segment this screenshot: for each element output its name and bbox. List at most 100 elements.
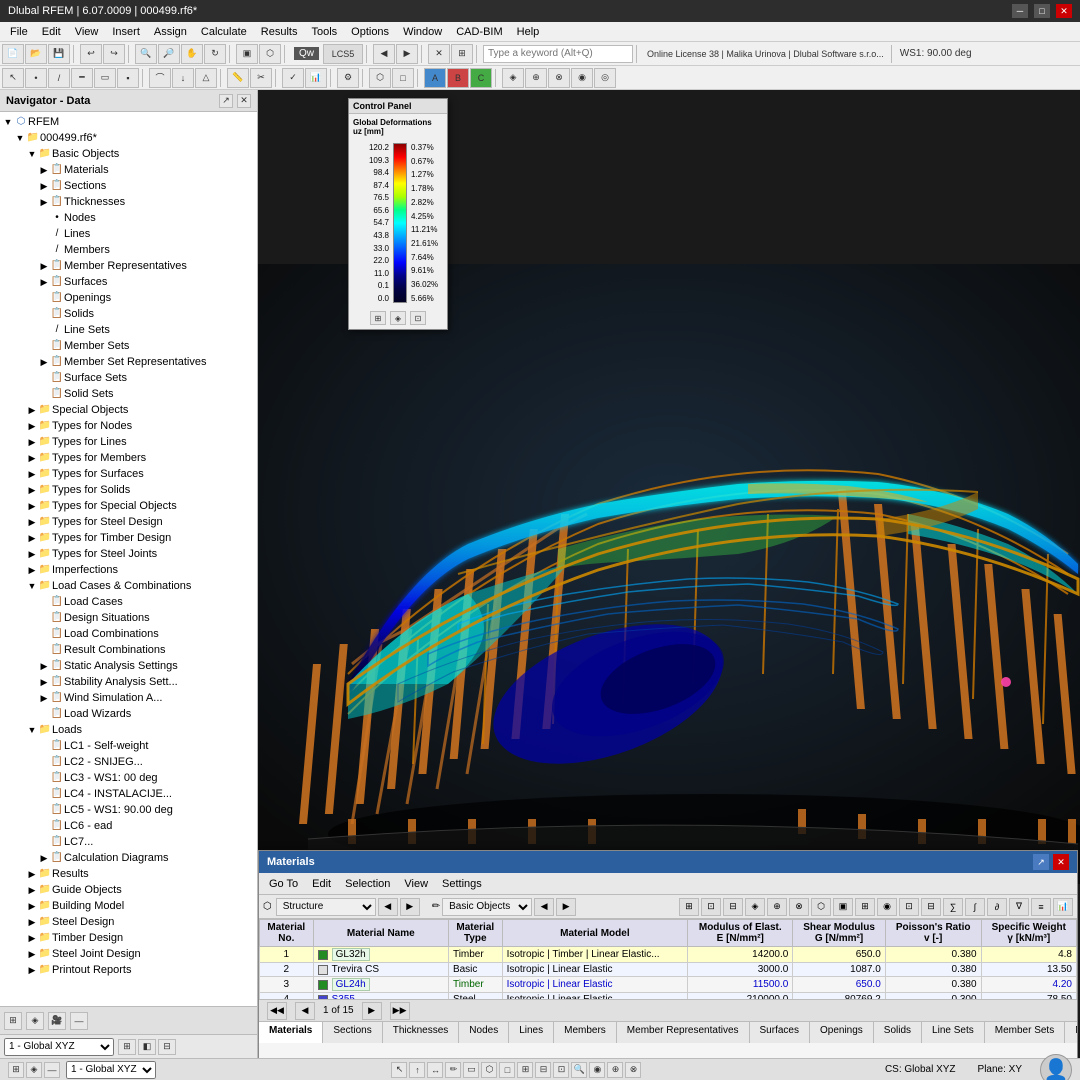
table-row[interactable]: 2Trevira CSBasicIsotropic | Linear Elast… <box>260 963 1077 977</box>
tree-item-types-special[interactable]: ▶ 📁 Types for Special Objects <box>0 498 257 514</box>
tb-render[interactable]: ▣ <box>236 44 258 64</box>
menu-file[interactable]: File <box>4 24 34 40</box>
menu-window[interactable]: Window <box>397 24 448 40</box>
tb2-extra3[interactable]: ⊗ <box>548 68 570 88</box>
tree-item-line-sets[interactable]: / Line Sets <box>0 322 257 338</box>
cp-btn2[interactable]: ◈ <box>390 311 406 325</box>
tb2-extra4[interactable]: ◉ <box>571 68 593 88</box>
tree-item-lines[interactable]: / Lines <box>0 226 257 242</box>
bp-tb-icons11[interactable]: ⊡ <box>899 898 919 916</box>
tree-item-member-reps[interactable]: ▶ 📋 Member Representatives <box>0 258 257 274</box>
bp-tb-icons8[interactable]: ▣ <box>833 898 853 916</box>
bp-tb-icons1[interactable]: ⊞ <box>679 898 699 916</box>
tb2-measure[interactable]: 📏 <box>227 68 249 88</box>
tree-item-types-nodes[interactable]: ▶ 📁 Types for Nodes <box>0 418 257 434</box>
tree-item-loads[interactable]: ▼ 📁 Loads <box>0 722 257 738</box>
tb-angle-next[interactable]: ▶ <box>396 44 418 64</box>
tree-item-lc2[interactable]: 📋 LC2 - SNIJEG... <box>0 754 257 770</box>
tree-item-project[interactable]: ▼ 📁 000499.rf6* <box>0 130 257 146</box>
tb-pan[interactable]: ✋ <box>181 44 203 64</box>
tree-item-results[interactable]: ▶ 📁 Results <box>0 866 257 882</box>
menu-options[interactable]: Options <box>345 24 395 40</box>
tab-solids[interactable]: Solids <box>874 1022 922 1043</box>
nav-btn2[interactable]: ◈ <box>26 1012 44 1030</box>
tb2-section[interactable]: ✂ <box>250 68 272 88</box>
bp-tb-math5[interactable]: ≡ <box>1031 898 1051 916</box>
menu-edit[interactable]: Edit <box>36 24 67 40</box>
tree-item-wind-simulation[interactable]: ▶ 📋 Wind Simulation A... <box>0 690 257 706</box>
st-btn7[interactable]: □ <box>499 1062 515 1078</box>
tree-item-static-analysis[interactable]: ▶ 📋 Static Analysis Settings <box>0 658 257 674</box>
menu-assign[interactable]: Assign <box>148 24 193 40</box>
bp-tb-icons4[interactable]: ◈ <box>745 898 765 916</box>
status-btn3[interactable]: — <box>44 1062 60 1078</box>
tb-zoom-out[interactable]: 🔎 <box>158 44 180 64</box>
st-btn13[interactable]: ⊕ <box>607 1062 623 1078</box>
bp-tb-math1[interactable]: ∑ <box>943 898 963 916</box>
tab-nodes[interactable]: Nodes <box>459 1022 509 1043</box>
bp-nav-first[interactable]: ◀◀ <box>267 1002 287 1020</box>
bp-nav-prev[interactable]: ◀ <box>295 1002 315 1020</box>
tb-zoom-in[interactable]: 🔍 <box>135 44 157 64</box>
nav-close-btn[interactable]: ✕ <box>237 94 251 108</box>
bp-tb-icons3[interactable]: ⊟ <box>723 898 743 916</box>
tb-btn-x[interactable]: ✕ <box>428 44 450 64</box>
table-row[interactable]: 3GL24hTimberIsotropic | Linear Elastic11… <box>260 977 1077 993</box>
tab-lines[interactable]: Lines <box>509 1022 554 1043</box>
tb2-report[interactable]: 📊 <box>305 68 327 88</box>
basic-objects-select[interactable]: Basic Objects <box>442 898 532 916</box>
view-btn1[interactable]: ⊞ <box>118 1039 136 1055</box>
st-btn10[interactable]: ⊡ <box>553 1062 569 1078</box>
control-panel-title[interactable]: Control Panel <box>349 99 447 114</box>
st-btn11[interactable]: 🔍 <box>571 1062 587 1078</box>
tree-item-sections[interactable]: ▶ 📋 Sections <box>0 178 257 194</box>
tb2-color2[interactable]: B <box>447 68 469 88</box>
bp-tb-icons12[interactable]: ⊟ <box>921 898 941 916</box>
tree-item-lcc[interactable]: ▼ 📁 Load Cases & Combinations <box>0 578 257 594</box>
tree-item-design-sits[interactable]: 📋 Design Situations <box>0 610 257 626</box>
tree-item-types-surfaces[interactable]: ▶ 📁 Types for Surfaces <box>0 466 257 482</box>
tree-item-materials[interactable]: ▶ 📋 Materials <box>0 162 257 178</box>
status-btn1[interactable]: ⊞ <box>8 1062 24 1078</box>
tb-wire[interactable]: ⬡ <box>259 44 281 64</box>
tab-openings[interactable]: Openings <box>810 1022 874 1043</box>
tb2-line[interactable]: / <box>48 68 70 88</box>
bp-menu-settings[interactable]: Settings <box>436 876 488 892</box>
tree-item-nodes[interactable]: • Nodes <box>0 210 257 226</box>
tb-undo[interactable]: ↩ <box>80 44 102 64</box>
tree-item-timber-design[interactable]: ▶ 📁 Timber Design <box>0 930 257 946</box>
bp-tb-icons7[interactable]: ⬡ <box>811 898 831 916</box>
bp-tb-export[interactable]: 📊 <box>1053 898 1073 916</box>
tree-item-types-joints[interactable]: ▶ 📁 Types for Steel Joints <box>0 546 257 562</box>
tree-item-types-timber[interactable]: ▶ 📁 Types for Timber Design <box>0 530 257 546</box>
tab-thicknesses[interactable]: Thicknesses <box>383 1022 460 1043</box>
tb2-settings[interactable]: ⚙ <box>337 68 359 88</box>
materials-table-container[interactable]: MaterialNo. Material Name MaterialType M… <box>259 919 1077 999</box>
nav-btn1[interactable]: ⊞ <box>4 1012 22 1030</box>
menu-calculate[interactable]: Calculate <box>195 24 253 40</box>
nav-undock-btn[interactable]: ↗ <box>219 94 233 108</box>
bp-menu-selection[interactable]: Selection <box>339 876 396 892</box>
tree-item-member-sets[interactable]: 📋 Member Sets <box>0 338 257 354</box>
tb-redo[interactable]: ↪ <box>103 44 125 64</box>
tree-item-guide-objects[interactable]: ▶ 📁 Guide Objects <box>0 882 257 898</box>
tb2-color1[interactable]: A <box>424 68 446 88</box>
bp-tb-icons9[interactable]: ⊞ <box>855 898 875 916</box>
bp-nav-next[interactable]: ▶ <box>362 1002 382 1020</box>
tree-item-lc5[interactable]: 📋 LC5 - WS1: 90.00 deg <box>0 802 257 818</box>
tb-save[interactable]: 💾 <box>48 44 70 64</box>
tb2-plan[interactable]: □ <box>392 68 414 88</box>
tab-line-sets[interactable]: Line Sets <box>922 1022 985 1043</box>
tree-item-joint-design[interactable]: ▶ 📁 Steel Joint Design <box>0 946 257 962</box>
st-btn5[interactable]: ▭ <box>463 1062 479 1078</box>
bp-tb-back2[interactable]: ◀ <box>534 898 554 916</box>
minimize-button[interactable]: ─ <box>1012 4 1028 18</box>
st-btn4[interactable]: ✏ <box>445 1062 461 1078</box>
bp-tb-icons5[interactable]: ⊕ <box>767 898 787 916</box>
bp-menu-edit[interactable]: Edit <box>306 876 337 892</box>
tb2-iso[interactable]: ⬡ <box>369 68 391 88</box>
tab-materials[interactable]: Materials <box>259 1022 323 1043</box>
bp-tb-icons2[interactable]: ⊡ <box>701 898 721 916</box>
tb2-extra2[interactable]: ⊕ <box>525 68 547 88</box>
tb2-deform[interactable]: ⌒ <box>149 68 171 88</box>
